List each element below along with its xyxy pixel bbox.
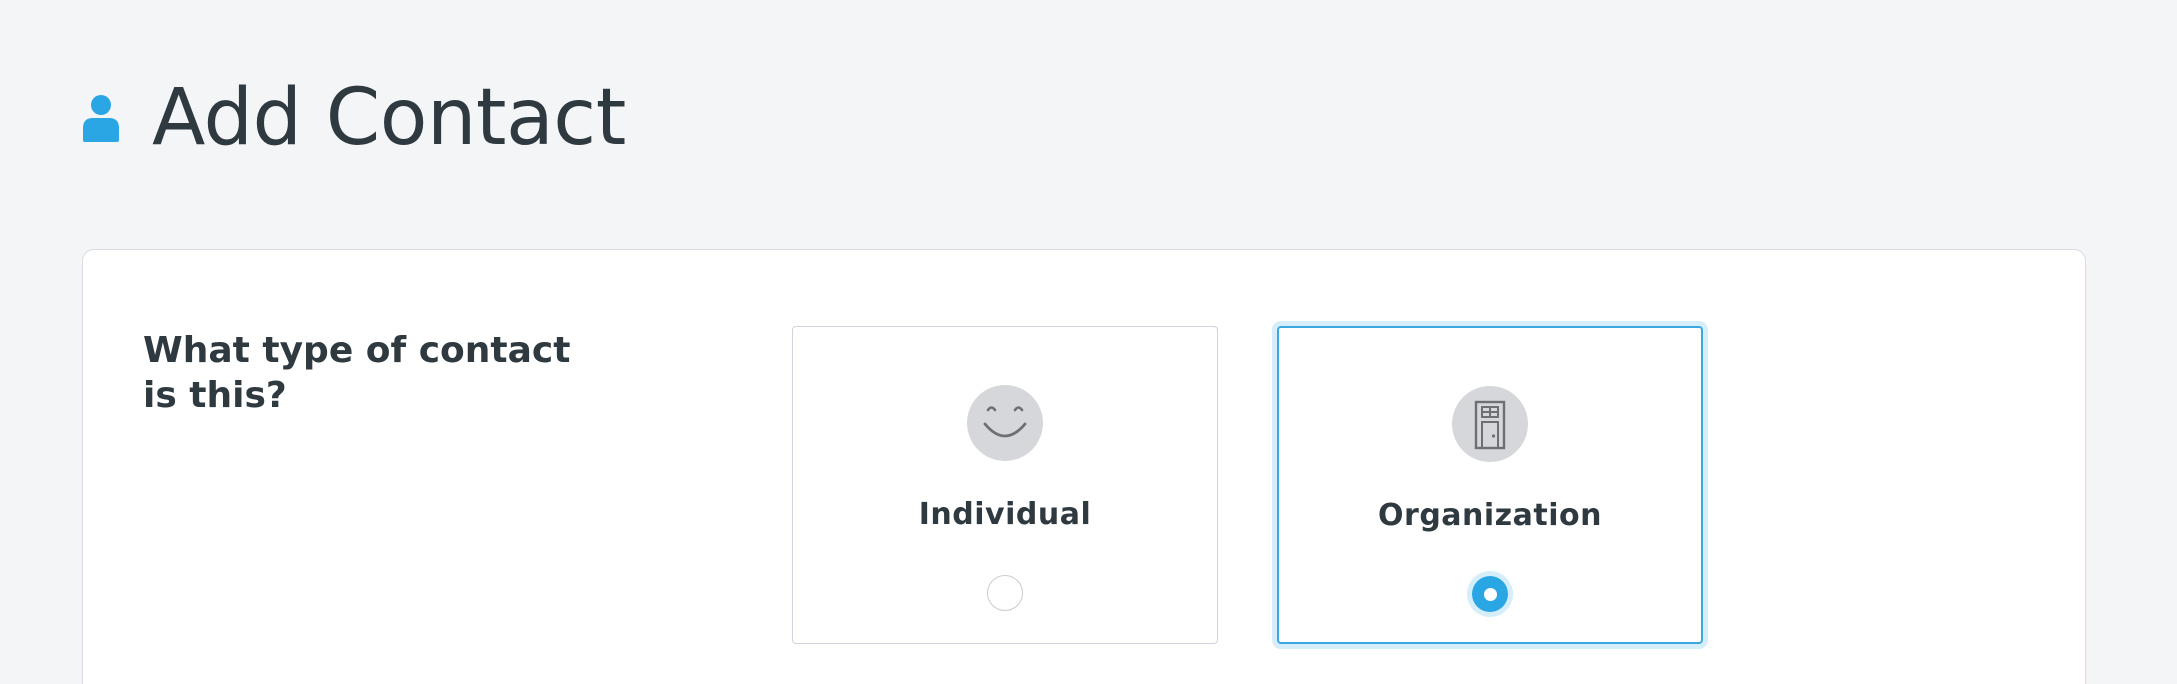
radio-organization[interactable] xyxy=(1472,576,1508,612)
option-organization[interactable]: Organization xyxy=(1277,326,1703,644)
contact-type-card: What type of contact is this? Individual xyxy=(82,249,2086,684)
option-label-individual: Individual xyxy=(918,497,1092,532)
contact-type-question: What type of contact is this? xyxy=(143,330,571,416)
smiley-face-icon xyxy=(967,385,1043,461)
add-contact-page: Add Contact What type of contact is this… xyxy=(0,0,2177,684)
person-icon xyxy=(82,94,120,142)
building-door-icon xyxy=(1452,386,1528,462)
page-header: Add Contact xyxy=(82,68,626,168)
radio-selected-dot xyxy=(1483,587,1497,601)
radio-individual[interactable] xyxy=(987,575,1023,611)
page-title: Add Contact xyxy=(152,73,626,163)
option-individual[interactable]: Individual xyxy=(792,326,1218,644)
option-label-organization: Organization xyxy=(1378,498,1602,533)
